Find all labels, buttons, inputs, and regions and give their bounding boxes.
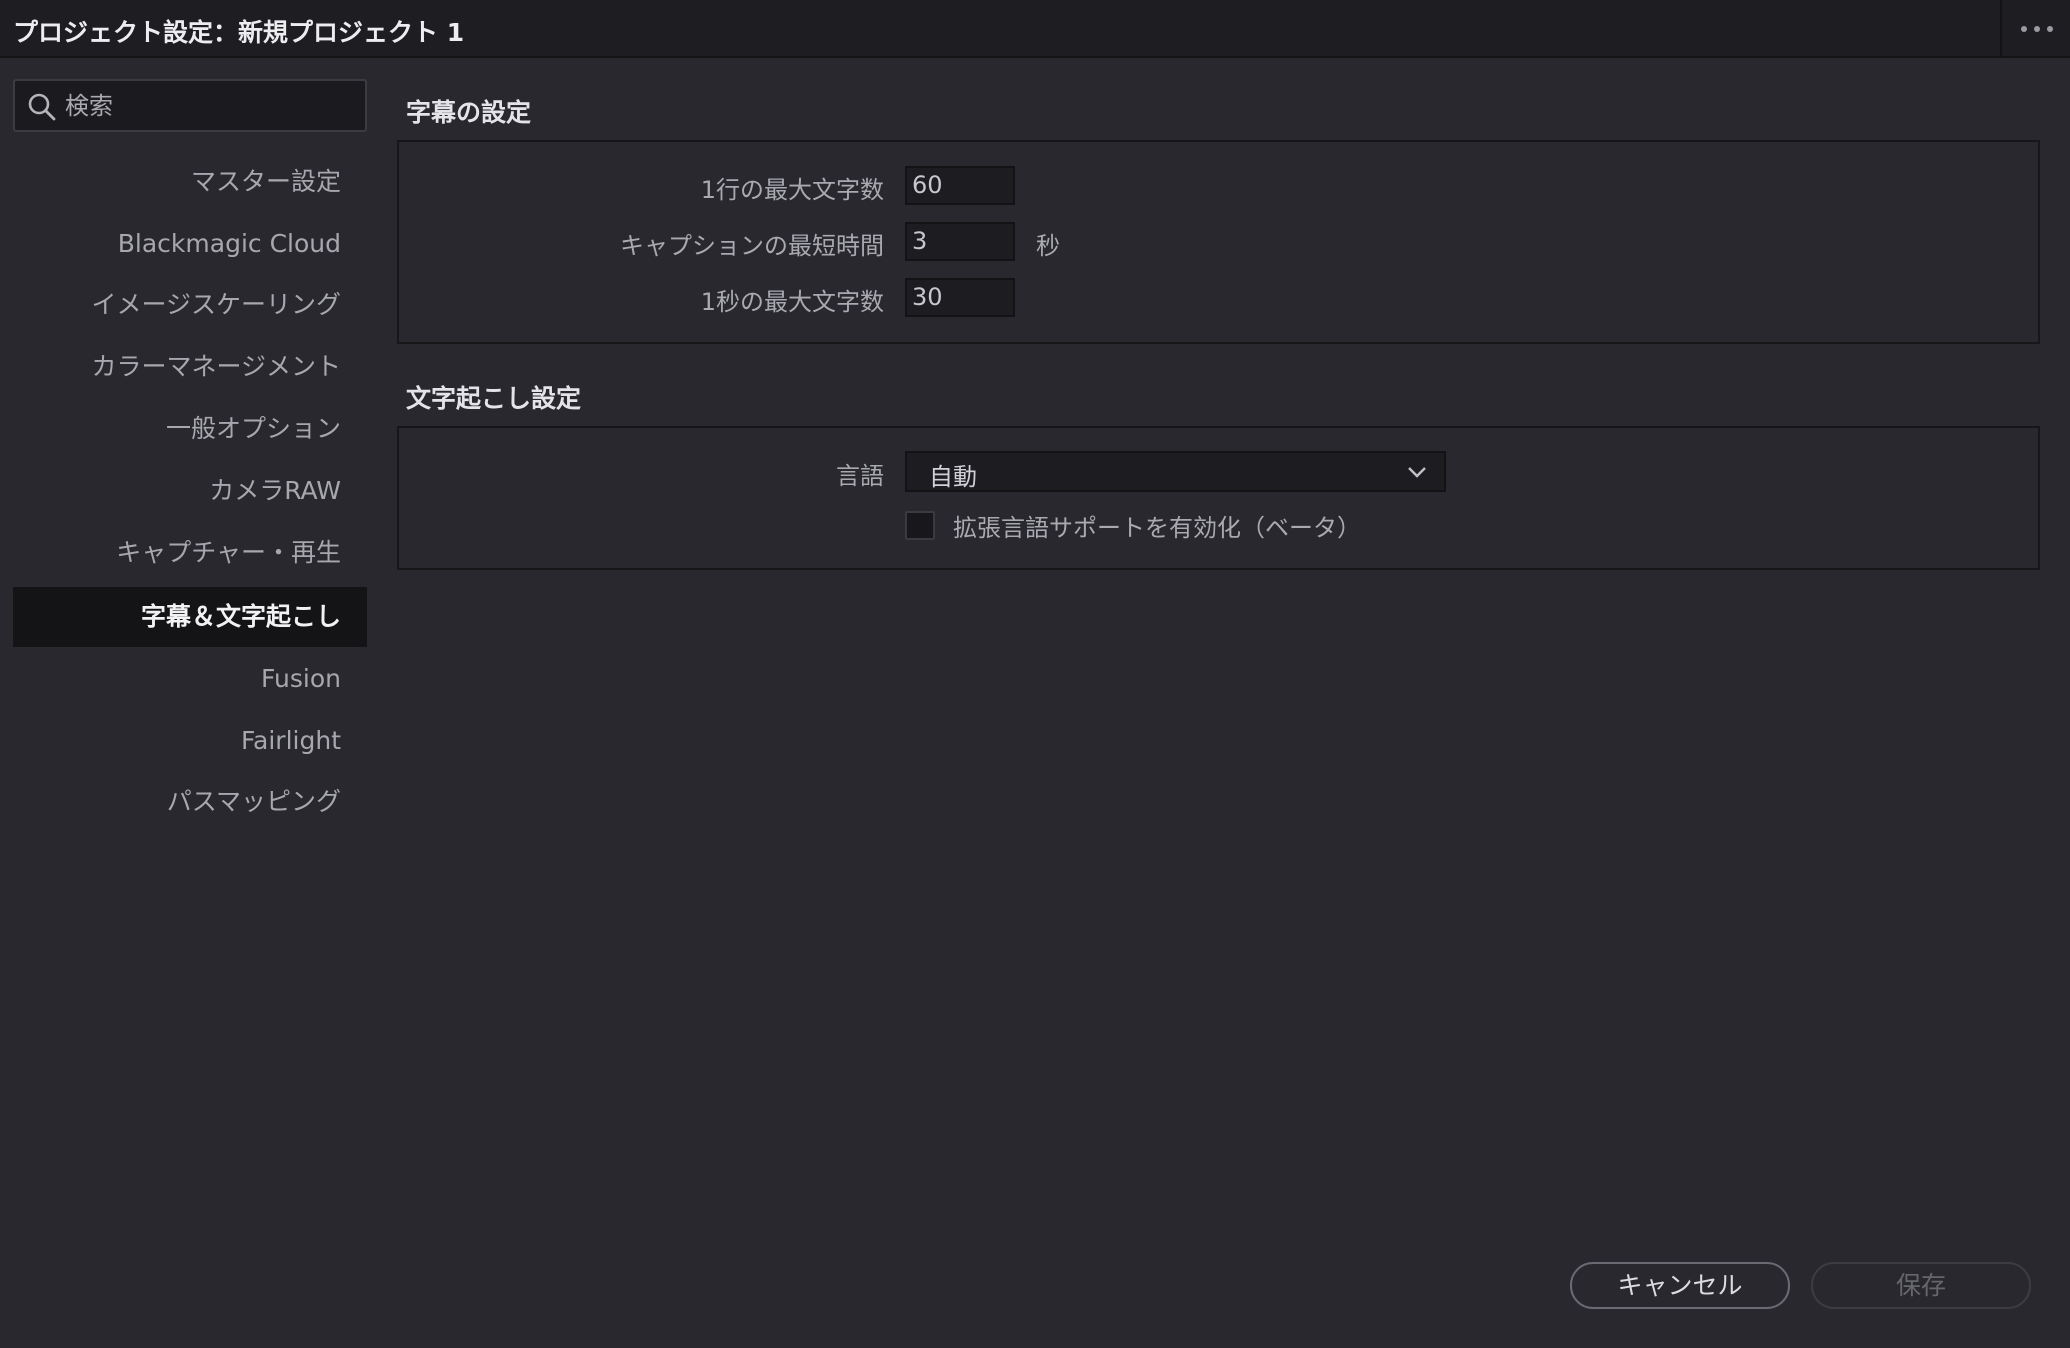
sidebar-item-master-settings[interactable]: マスター設定 bbox=[13, 153, 367, 211]
sidebar-item-camera-raw[interactable]: カメラRAW bbox=[13, 462, 367, 520]
title-bar-divider bbox=[2000, 0, 2002, 58]
sidebar-item-blackmagic-cloud[interactable]: Blackmagic Cloud bbox=[13, 215, 367, 273]
extended-language-support-label: 拡張言語サポートを有効化（ベータ） bbox=[953, 514, 1361, 542]
sidebar-item-color-management[interactable]: カラーマネージメント bbox=[13, 338, 367, 396]
sidebar-item-image-scaling[interactable]: イメージスケーリング bbox=[13, 276, 367, 334]
more-options-button[interactable] bbox=[2004, 0, 2070, 58]
sidebar-item-general-options[interactable]: 一般オプション bbox=[13, 400, 367, 458]
window-title: プロジェクト設定：新規プロジェクト 1 bbox=[13, 18, 465, 47]
search-box[interactable] bbox=[13, 79, 367, 132]
sidebar-item-subtitles-transcription[interactable]: 字幕＆文字起こし bbox=[13, 587, 367, 647]
title-bar: プロジェクト設定：新規プロジェクト 1 bbox=[0, 0, 2070, 58]
extended-language-support-checkbox[interactable] bbox=[905, 511, 935, 540]
max-chars-per-second-label: 1秒の最大文字数 bbox=[700, 288, 884, 316]
cancel-button[interactable]: キャンセル bbox=[1570, 1262, 1790, 1309]
transcription-settings-panel bbox=[397, 426, 2040, 570]
max-chars-per-second-input[interactable]: 30 bbox=[905, 278, 1015, 317]
sidebar-item-fairlight[interactable]: Fairlight bbox=[13, 712, 367, 770]
search-input[interactable] bbox=[65, 81, 355, 130]
chevron-down-icon bbox=[1408, 467, 1426, 478]
subtitle-settings-title: 字幕の設定 bbox=[406, 98, 532, 127]
search-icon bbox=[28, 93, 56, 121]
sidebar-item-fusion[interactable]: Fusion bbox=[13, 650, 367, 708]
max-chars-per-line-input[interactable]: 60 bbox=[905, 166, 1015, 205]
more-horizontal-icon bbox=[2021, 26, 2027, 32]
sidebar-item-capture-playback[interactable]: キャプチャー・再生 bbox=[13, 524, 367, 582]
sidebar-item-path-mapping[interactable]: パスマッピング bbox=[13, 773, 367, 831]
min-caption-duration-label: キャプションの最短時間 bbox=[620, 232, 884, 260]
max-chars-per-line-label: 1行の最大文字数 bbox=[700, 176, 884, 204]
language-select-value: 自動 bbox=[929, 463, 977, 491]
seconds-unit-label: 秒 bbox=[1036, 232, 1060, 260]
language-select[interactable]: 自動 bbox=[905, 451, 1446, 492]
min-caption-duration-input[interactable]: 3 bbox=[905, 222, 1015, 261]
save-button[interactable]: 保存 bbox=[1811, 1262, 2031, 1309]
transcription-settings-title: 文字起こし設定 bbox=[406, 384, 582, 413]
language-label: 言語 bbox=[836, 462, 884, 490]
